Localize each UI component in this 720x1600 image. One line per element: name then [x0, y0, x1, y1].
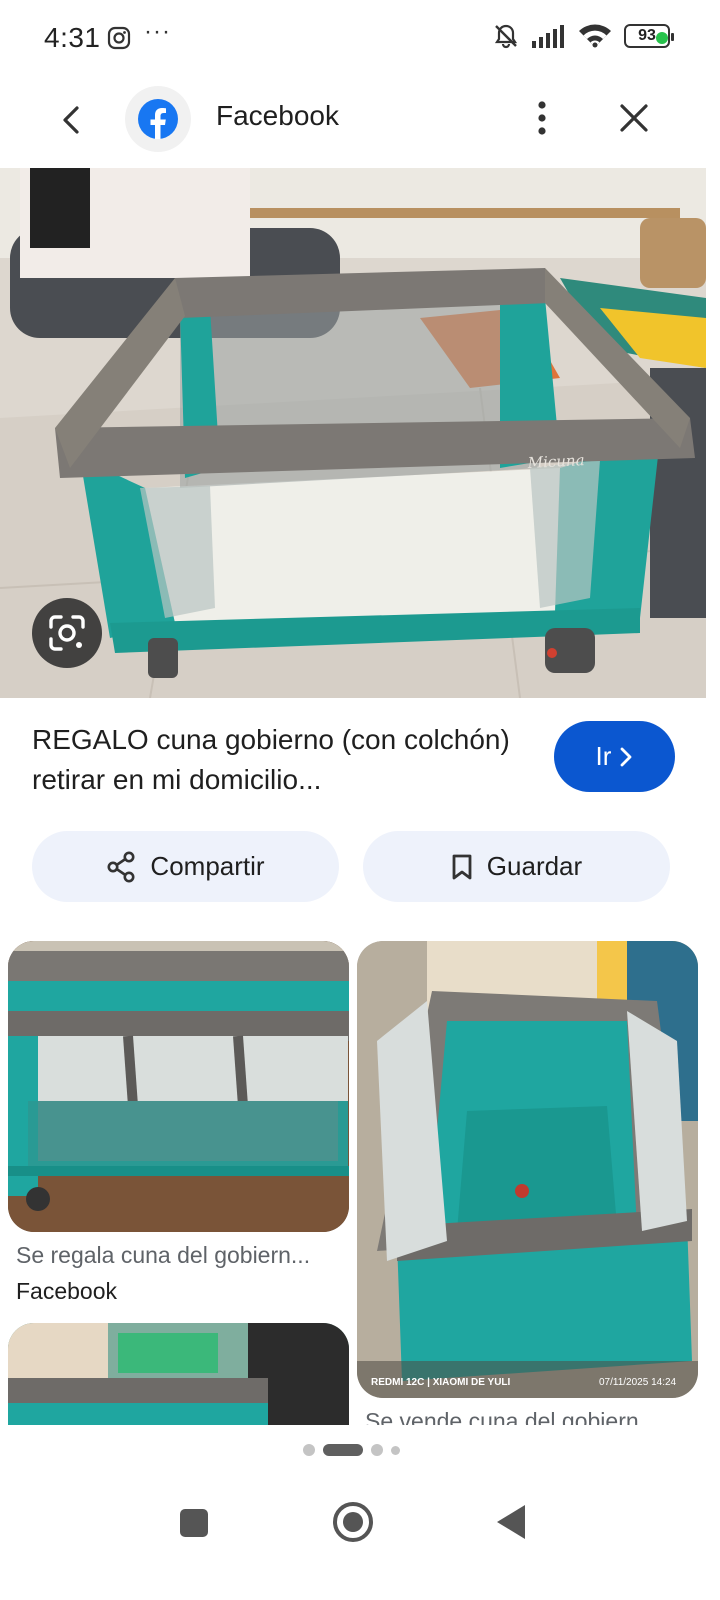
crib-brand-text: Micuna [526, 451, 585, 472]
pager-dot [391, 1445, 400, 1455]
signal-icon [532, 25, 564, 48]
go-button[interactable]: Ir [554, 721, 675, 792]
instagram-icon [107, 26, 131, 50]
more-dots-icon: ··· [144, 18, 171, 45]
related-image-1[interactable] [8, 941, 349, 1232]
crib-photo-3 [8, 1323, 349, 1427]
related-image-2[interactable]: REDMI 12C | XIAOMI DE YULI 07/11/2025 14… [357, 941, 698, 1398]
save-label: Guardar [486, 851, 583, 881]
watermark-right: 07/11/2025 14:24 [599, 1377, 677, 1388]
status-icons: 93 [492, 22, 674, 50]
facebook-logo [125, 86, 191, 152]
status-time: 4:31 [44, 22, 101, 53]
related-source-1: Facebook [16, 1278, 118, 1304]
close-icon [620, 104, 648, 132]
pager-dot [303, 1444, 315, 1456]
home-button[interactable] [333, 1502, 373, 1542]
pager-dot [371, 1444, 383, 1456]
chevron-right-icon [621, 747, 632, 766]
result-title[interactable]: REGALO cuna gobierno (con colchón) retir… [32, 720, 532, 800]
share-button[interactable]: Compartir [32, 831, 339, 902]
header: Facebook [0, 76, 720, 168]
more-vert-icon [538, 101, 546, 135]
crib-photo-2: REDMI 12C | XIAOMI DE YULI 07/11/2025 14… [357, 941, 698, 1398]
pager-dot-active [323, 1444, 363, 1456]
more-options-button[interactable] [520, 96, 564, 140]
close-button[interactable] [612, 96, 656, 140]
save-button[interactable]: Guardar [363, 831, 670, 902]
share-label: Compartir [150, 851, 265, 881]
crib-photo-1 [8, 941, 349, 1232]
system-nav-bar [0, 1470, 720, 1600]
home-icon [343, 1512, 363, 1532]
go-label: Ir [595, 741, 612, 771]
related-image-3[interactable] [8, 1323, 349, 1427]
back-nav-button[interactable] [497, 1505, 525, 1539]
mute-icon [494, 24, 518, 49]
bookmark-icon [452, 854, 472, 879]
back-button[interactable] [50, 98, 94, 142]
pager-indicator [303, 1444, 400, 1456]
chevron-left-icon [63, 106, 79, 134]
share-icon [107, 851, 135, 882]
source-title: Facebook [216, 100, 339, 131]
battery-level: 93 [638, 27, 656, 44]
crib-photo: Micuna [0, 168, 706, 698]
watermark-left: REDMI 12C | XIAOMI DE YULI [371, 1377, 511, 1388]
facebook-icon [138, 99, 178, 139]
wifi-icon [579, 24, 611, 48]
status-bar: 4:31 ··· 93 [0, 0, 720, 76]
privacy-indicator [656, 32, 668, 44]
main-result-image[interactable]: Micuna [0, 168, 706, 698]
google-lens-button[interactable] [32, 598, 102, 668]
lens-icon [49, 615, 85, 651]
recents-button[interactable] [180, 1509, 208, 1537]
related-caption-1[interactable]: Se regala cuna del gobiern... [16, 1242, 346, 1269]
